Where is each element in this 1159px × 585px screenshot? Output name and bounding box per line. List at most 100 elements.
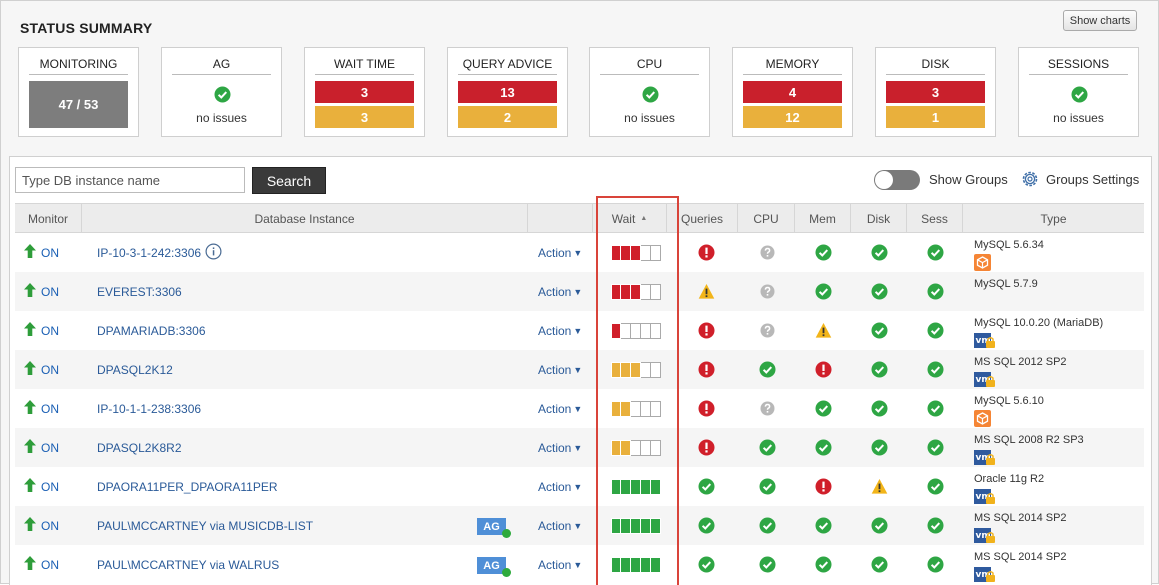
sess-check-circle-icon[interactable] <box>927 283 944 300</box>
instance-link[interactable]: PAUL\MCCARTNEY via WALRUS <box>97 545 279 584</box>
summary-card-ag[interactable]: AG no issues <box>161 47 282 137</box>
sess-check-circle-icon[interactable] <box>927 400 944 417</box>
instance-link[interactable]: EVEREST:3306 <box>97 272 182 311</box>
action-dropdown[interactable]: Action ▼ <box>538 233 582 272</box>
monitor-status[interactable]: ON <box>24 311 59 350</box>
summary-card-monitoring[interactable]: MONITORING 47 / 53 <box>18 47 139 137</box>
monitor-status[interactable]: ON <box>24 272 59 311</box>
cpu-check-circle-icon[interactable] <box>759 439 776 456</box>
table-row[interactable]: ON IP-10-3-1-242:3306 Action ▼ MySQL 5.6.34 <box>15 233 1144 272</box>
info-icon[interactable] <box>205 242 222 263</box>
disk-check-circle-icon[interactable] <box>871 322 888 339</box>
instance-link[interactable]: DPASQL2K12 <box>97 350 173 389</box>
sess-check-circle-icon[interactable] <box>927 517 944 534</box>
mem-error-circle-icon[interactable] <box>815 478 832 495</box>
instance-link[interactable]: DPAMARIADB:3306 <box>97 311 206 350</box>
queries-warning-triangle-icon[interactable] <box>698 283 715 300</box>
cpu-unknown-question-icon[interactable] <box>759 283 776 300</box>
cpu-unknown-question-icon[interactable] <box>759 400 776 417</box>
mem-error-circle-icon[interactable] <box>815 361 832 378</box>
table-row[interactable]: ON IP-10-1-1-238:3306 Action ▼ MySQL 5.6.10 <box>15 389 1144 428</box>
mem-warning-triangle-icon[interactable] <box>815 322 832 339</box>
monitor-status[interactable]: ON <box>24 506 59 545</box>
sess-check-circle-icon[interactable] <box>927 478 944 495</box>
wait-level-bars[interactable] <box>611 479 661 495</box>
instance-link[interactable]: DPASQL2K8R2 <box>97 428 182 467</box>
wait-level-bars[interactable] <box>611 401 661 417</box>
column-header-disk[interactable]: Disk <box>851 204 907 233</box>
summary-card-cpu[interactable]: CPU no issues <box>589 47 710 137</box>
sess-check-circle-icon[interactable] <box>927 556 944 573</box>
column-header-cpu[interactable]: CPU <box>738 204 795 233</box>
cpu-check-circle-icon[interactable] <box>759 361 776 378</box>
queries-error-circle-icon[interactable] <box>698 361 715 378</box>
show-groups-toggle[interactable] <box>874 170 920 190</box>
sess-check-circle-icon[interactable] <box>927 322 944 339</box>
summary-card-memory[interactable]: MEMORY 4 12 <box>732 47 853 137</box>
cpu-check-circle-icon[interactable] <box>759 478 776 495</box>
warning-count[interactable]: 12 <box>743 106 842 128</box>
warning-count[interactable]: 1 <box>886 106 985 128</box>
action-dropdown[interactable]: Action ▼ <box>538 545 582 584</box>
critical-count[interactable]: 3 <box>886 81 985 103</box>
queries-error-circle-icon[interactable] <box>698 400 715 417</box>
sort-ascending-icon[interactable]: ▲ <box>640 215 647 222</box>
column-header-monitor[interactable]: Monitor <box>15 204 82 233</box>
warning-count[interactable]: 2 <box>458 106 557 128</box>
wait-level-bars[interactable] <box>611 518 661 534</box>
cpu-unknown-question-icon[interactable] <box>759 322 776 339</box>
instance-link[interactable]: DPAORA11PER_DPAORA11PER <box>97 467 278 506</box>
cpu-check-circle-icon[interactable] <box>759 517 776 534</box>
cpu-unknown-question-icon[interactable] <box>759 244 776 261</box>
column-header-wait[interactable]: Wait ▲ <box>593 204 667 233</box>
disk-check-circle-icon[interactable] <box>871 244 888 261</box>
monitor-status[interactable]: ON <box>24 545 59 584</box>
column-header-sess[interactable]: Sess <box>907 204 963 233</box>
mem-check-circle-icon[interactable] <box>815 400 832 417</box>
action-dropdown[interactable]: Action ▼ <box>538 506 582 545</box>
wait-level-bars[interactable] <box>611 557 661 573</box>
cpu-check-circle-icon[interactable] <box>759 556 776 573</box>
monitor-status[interactable]: ON <box>24 233 59 272</box>
summary-card-disk[interactable]: DISK 3 1 <box>875 47 996 137</box>
queries-error-circle-icon[interactable] <box>698 244 715 261</box>
summary-card-query-advice[interactable]: QUERY ADVICE 13 2 <box>447 47 568 137</box>
monitoring-count[interactable]: 47 / 53 <box>29 81 128 128</box>
disk-check-circle-icon[interactable] <box>871 361 888 378</box>
wait-level-bars[interactable] <box>611 440 661 456</box>
action-dropdown[interactable]: Action ▼ <box>538 428 582 467</box>
monitor-status[interactable]: ON <box>24 350 59 389</box>
critical-count[interactable]: 4 <box>743 81 842 103</box>
action-dropdown[interactable]: Action ▼ <box>538 389 582 428</box>
table-row[interactable]: ON PAUL\MCCARTNEY via MUSICDB-LIST AG Actio… <box>15 506 1144 545</box>
instance-link[interactable]: IP-10-1-1-238:3306 <box>97 389 201 428</box>
disk-check-circle-icon[interactable] <box>871 439 888 456</box>
table-row[interactable]: ON EVEREST:3306 Action ▼ MySQL 5.7.9 <box>15 272 1144 311</box>
instance-link[interactable]: IP-10-3-1-242:3306 <box>97 233 222 272</box>
queries-error-circle-icon[interactable] <box>698 322 715 339</box>
search-input[interactable] <box>15 167 245 193</box>
queries-check-circle-icon[interactable] <box>698 556 715 573</box>
mem-check-circle-icon[interactable] <box>815 556 832 573</box>
disk-check-circle-icon[interactable] <box>871 283 888 300</box>
column-header-queries[interactable]: Queries <box>667 204 738 233</box>
warning-count[interactable]: 3 <box>315 106 414 128</box>
queries-check-circle-icon[interactable] <box>698 478 715 495</box>
gear-icon[interactable] <box>1020 169 1040 194</box>
search-button[interactable]: Search <box>252 167 326 194</box>
disk-check-circle-icon[interactable] <box>871 556 888 573</box>
mem-check-circle-icon[interactable] <box>815 517 832 534</box>
column-header-database-instance[interactable]: Database Instance <box>82 204 528 233</box>
action-dropdown[interactable]: Action ▼ <box>538 467 582 506</box>
table-row[interactable]: ON PAUL\MCCARTNEY via WALRUS AG Action ▼ MS S… <box>15 545 1144 584</box>
wait-level-bars[interactable] <box>611 323 661 339</box>
critical-count[interactable]: 3 <box>315 81 414 103</box>
disk-warning-triangle-icon[interactable] <box>871 478 888 495</box>
mem-check-circle-icon[interactable] <box>815 244 832 261</box>
groups-settings-link[interactable]: Groups Settings <box>1046 172 1139 187</box>
sess-check-circle-icon[interactable] <box>927 361 944 378</box>
wait-level-bars[interactable] <box>611 245 661 261</box>
monitor-status[interactable]: ON <box>24 389 59 428</box>
monitor-status[interactable]: ON <box>24 428 59 467</box>
table-row[interactable]: ON DPAORA11PER_DPAORA11PER Action ▼ Oracle 1… <box>15 467 1144 506</box>
